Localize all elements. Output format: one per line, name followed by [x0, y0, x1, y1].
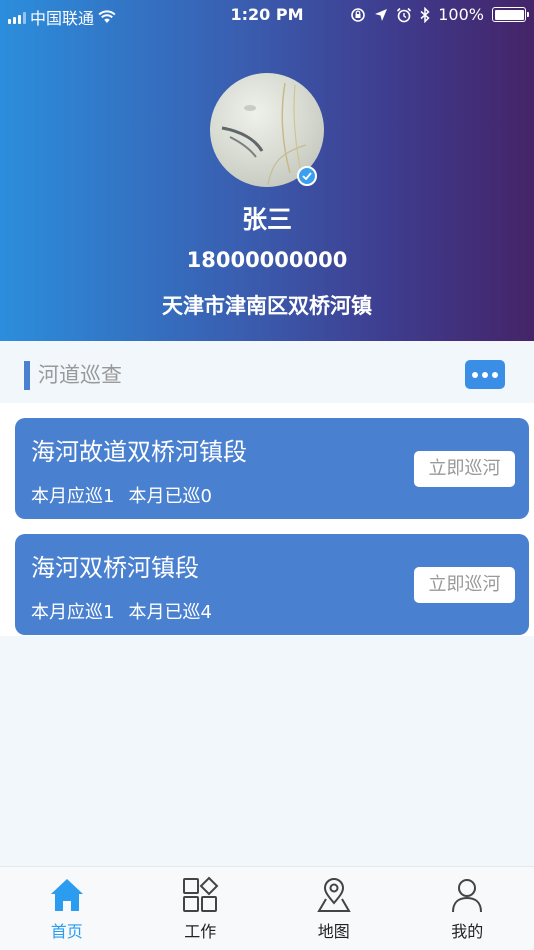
river-name: 海河双桥河镇段: [31, 554, 199, 582]
section-header: 河道巡查: [0, 347, 534, 403]
tab-label: 我的: [451, 922, 484, 941]
tab-map[interactable]: 地图: [267, 867, 401, 950]
river-list: 海河故道双桥河镇段 本月应巡1 本月已巡0 立即巡河 海河双桥河镇段 本月应巡1…: [0, 403, 534, 636]
patrol-now-button[interactable]: 立即巡河: [414, 451, 515, 487]
home-icon: [50, 879, 83, 911]
tab-label: 首页: [50, 922, 83, 941]
river-card[interactable]: 海河故道双桥河镇段 本月应巡1 本月已巡0 立即巡河: [15, 418, 529, 519]
section-marker: [24, 361, 30, 390]
battery-icon: [492, 7, 529, 22]
tab-mine[interactable]: 我的: [401, 867, 534, 950]
more-button[interactable]: [465, 360, 505, 389]
battery-percent: 100%: [438, 5, 484, 24]
monthly-required: 本月应巡1: [31, 602, 115, 623]
tab-home[interactable]: 首页: [0, 867, 134, 950]
user-name: 张三: [241, 205, 292, 234]
river-card[interactable]: 海河双桥河镇段 本月应巡1 本月已巡4 立即巡河: [15, 534, 529, 635]
more-dots-icon: [472, 371, 478, 378]
patrol-now-button[interactable]: 立即巡河: [414, 567, 515, 603]
monthly-done: 本月已巡4: [128, 602, 212, 623]
alarm-icon: [397, 7, 412, 22]
rotation-lock-icon: [351, 7, 366, 22]
user-phone: 18000000000: [186, 248, 348, 272]
verified-icon: [297, 166, 317, 186]
user-icon: [452, 879, 483, 913]
tab-label: 工作: [184, 922, 217, 941]
bluetooth-icon: [420, 6, 430, 23]
grid-icon: [183, 876, 219, 912]
profile-header: 中国联通 1:20 PM 100% 张三 18000000000 天津市津南区双…: [0, 0, 534, 341]
monthly-required: 本月应巡1: [31, 486, 115, 507]
monthly-done: 本月已巡0: [128, 486, 212, 507]
user-address: 天津市津南区双桥河镇: [162, 294, 372, 318]
river-stats: 本月应巡1 本月已巡4: [31, 598, 212, 624]
tab-bar: 首页 工作 地图 我的: [0, 866, 534, 950]
status-bar: 中国联通 1:20 PM 100%: [0, 0, 534, 30]
tab-label: 地图: [317, 922, 350, 941]
tab-work[interactable]: 工作: [134, 867, 268, 950]
river-stats: 本月应巡1 本月已巡0: [31, 482, 212, 508]
section-title: 河道巡查: [38, 363, 122, 387]
location-icon: [375, 8, 388, 21]
river-name: 海河故道双桥河镇段: [31, 438, 247, 466]
map-icon: [317, 878, 351, 912]
